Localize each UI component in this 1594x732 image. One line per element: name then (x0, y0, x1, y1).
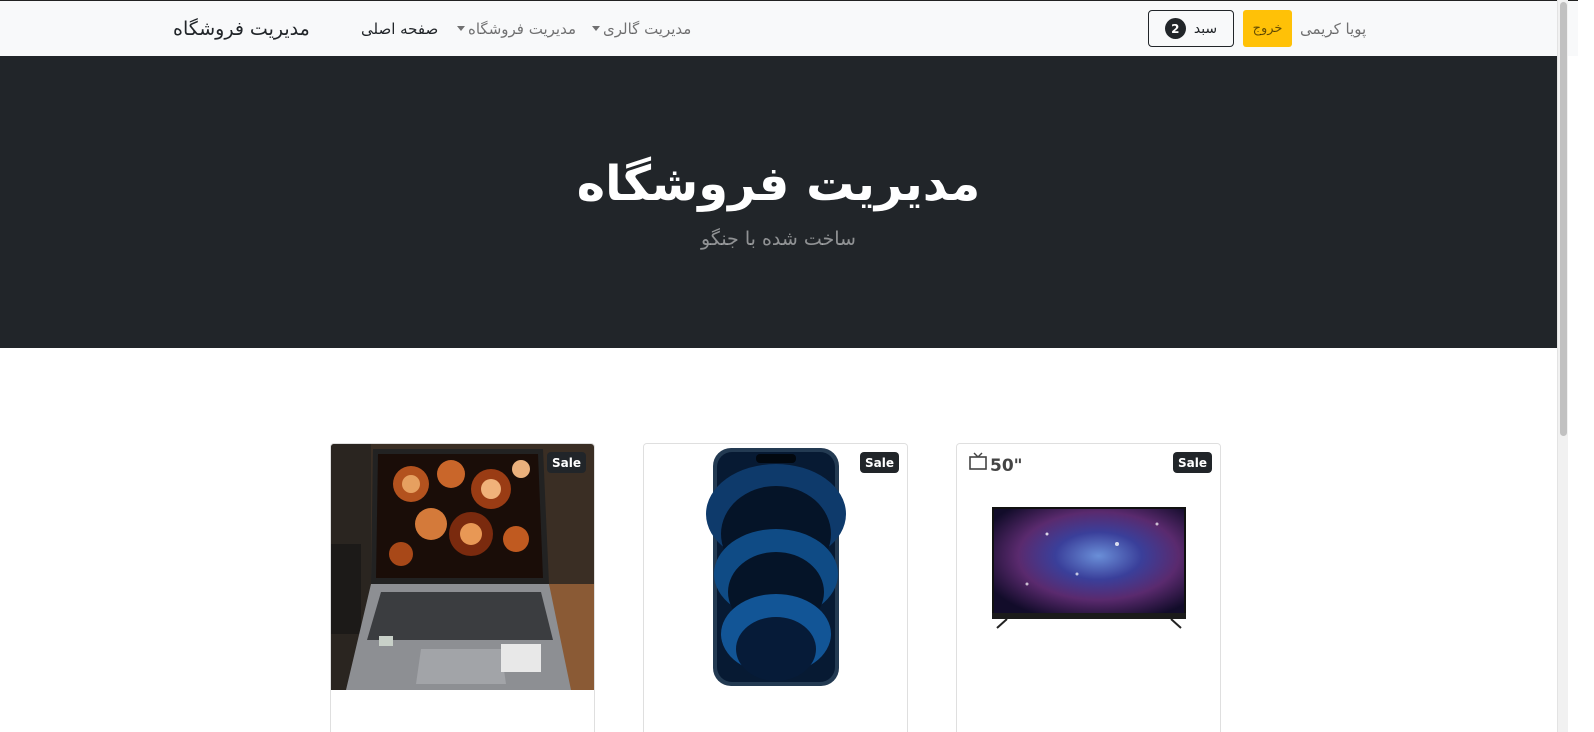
chevron-down-icon (457, 26, 465, 31)
nav-link-home[interactable]: صفحه اصلی (361, 20, 438, 38)
cart-label: سبد (1193, 20, 1218, 37)
nav-dropdown-shop-label: مدیریت فروشگاه (468, 20, 577, 38)
user-name: پویا کریمی (1300, 20, 1367, 38)
sale-badge: Sale (1173, 452, 1212, 473)
tv-size-label: 50" (990, 456, 1023, 476)
product-card[interactable]: Sale (643, 443, 908, 732)
sale-badge: Sale (547, 452, 586, 473)
product-card[interactable]: Sale (330, 443, 595, 732)
scrollbar-thumb[interactable] (1560, 2, 1567, 436)
smartphone-image (644, 444, 907, 690)
cart-button[interactable]: 2 سبد (1148, 10, 1234, 47)
sale-badge: Sale (860, 452, 899, 473)
chevron-down-icon (592, 26, 600, 31)
nav-dropdown-shop-management[interactable]: مدیریت فروشگاه (457, 20, 576, 38)
page-scrollbar[interactable] (1557, 0, 1568, 732)
laptop-image (331, 444, 594, 690)
top-navbar: مدیریت فروشگاه صفحه اصلی مدیریت فروشگاه … (0, 0, 1578, 56)
television-image: 50" (957, 444, 1220, 690)
nav-dropdown-gallery-label: مدیریت گالری (603, 20, 692, 38)
nav-dropdown-gallery-management[interactable]: مدیریت گالری (592, 20, 691, 38)
navbar-brand[interactable]: مدیریت فروشگاه (173, 18, 310, 40)
hero-title: مدیریت فروشگاه (576, 156, 981, 212)
page: مدیریت فروشگاه صفحه اصلی مدیریت فروشگاه … (0, 0, 1594, 732)
hero-subtitle: ساخت شده با جنگو (701, 228, 856, 250)
cart-count-badge: 2 (1164, 18, 1186, 39)
logout-button[interactable]: خروج (1243, 10, 1292, 47)
product-card[interactable]: 50" Sale (956, 443, 1221, 732)
hero-banner: مدیریت فروشگاه ساخت شده با جنگو (0, 56, 1557, 348)
